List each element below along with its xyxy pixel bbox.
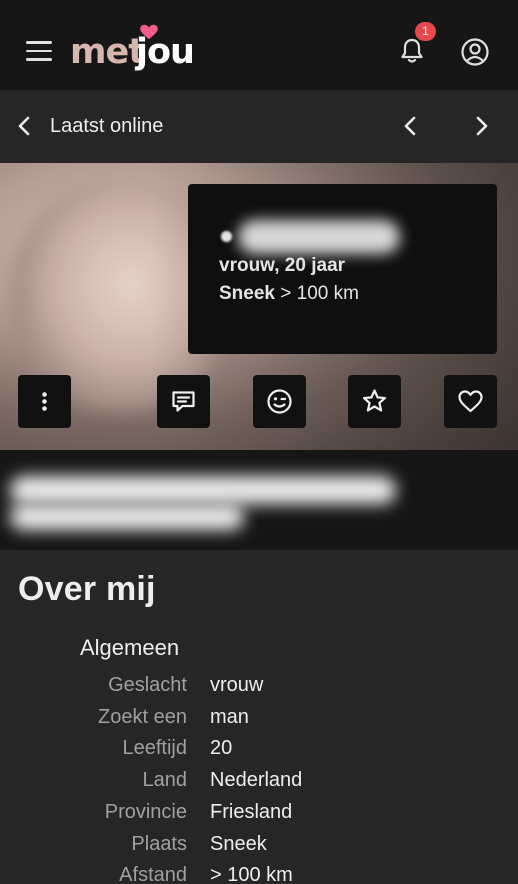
more-vertical-icon — [42, 392, 47, 411]
detail-row-gender: Geslacht vrouw — [0, 674, 518, 706]
detail-value: > 100 km — [210, 864, 293, 884]
next-profile-chevron-right-icon[interactable] — [470, 114, 492, 138]
detail-row-province: Provincie Friesland — [0, 801, 518, 833]
nav-title: Laatst online — [50, 115, 164, 137]
profile-nav-bar: Laatst online — [0, 90, 518, 163]
logo[interactable]: met jou — [70, 24, 205, 78]
favorite-button[interactable] — [348, 375, 401, 428]
notification-badge: 1 — [415, 22, 436, 41]
detail-value: vrouw — [210, 674, 264, 696]
location: Sneek > 100 km — [219, 283, 359, 305]
gender-age: vrouw, 20 jaar — [219, 255, 346, 276]
logo-text-met: met — [70, 32, 145, 72]
detail-row-city: Plaats Sneek — [0, 833, 518, 865]
online-status-dot — [221, 231, 232, 242]
app-header: met jou 1 — [0, 0, 518, 90]
menu-icon[interactable] — [26, 41, 52, 61]
account-icon[interactable] — [460, 37, 490, 67]
message-button[interactable] — [157, 375, 210, 428]
location-distance: > 100 km — [280, 283, 359, 304]
detail-row-age: Leeftijd 20 — [0, 737, 518, 769]
detail-label: Afstand — [119, 864, 187, 884]
detail-value: 20 — [210, 737, 233, 759]
more-options-button[interactable] — [18, 375, 71, 428]
profile-photo[interactable]: vrouw, 20 jaar Sneek > 100 km — [0, 163, 518, 450]
detail-label: Geslacht — [108, 674, 187, 696]
wink-button[interactable] — [253, 375, 306, 428]
chat-icon — [172, 391, 195, 412]
blurred-username — [238, 220, 400, 254]
detail-label: Zoekt een — [98, 706, 187, 728]
star-icon — [362, 389, 387, 412]
profile-intro-blurred — [0, 450, 518, 550]
profile-info-card: vrouw, 20 jaar Sneek > 100 km — [188, 184, 497, 354]
detail-value: Friesland — [210, 801, 293, 823]
detail-value: man — [210, 706, 249, 728]
about-title: Over mij — [18, 570, 156, 608]
detail-row-distance: Afstand > 100 km — [0, 864, 518, 884]
detail-row-seeking: Zoekt een man — [0, 706, 518, 738]
wink-icon — [267, 389, 292, 414]
heart-icon — [458, 390, 483, 413]
detail-label: Leeftijd — [122, 737, 188, 759]
section-general-title: Algemeen — [80, 635, 180, 660]
detail-label: Land — [142, 769, 188, 791]
previous-profile-chevron-left-icon[interactable] — [400, 114, 422, 138]
back-chevron-left-icon[interactable] — [14, 114, 36, 138]
detail-value: Sneek — [210, 833, 267, 855]
detail-row-country: Land Nederland — [0, 769, 518, 801]
detail-label: Plaats — [131, 833, 187, 855]
logo-text-jou: jou — [136, 32, 195, 72]
detail-value: Nederland — [210, 769, 303, 791]
like-button[interactable] — [444, 375, 497, 428]
location-city: Sneek — [219, 283, 275, 304]
detail-label: Provincie — [104, 801, 187, 823]
